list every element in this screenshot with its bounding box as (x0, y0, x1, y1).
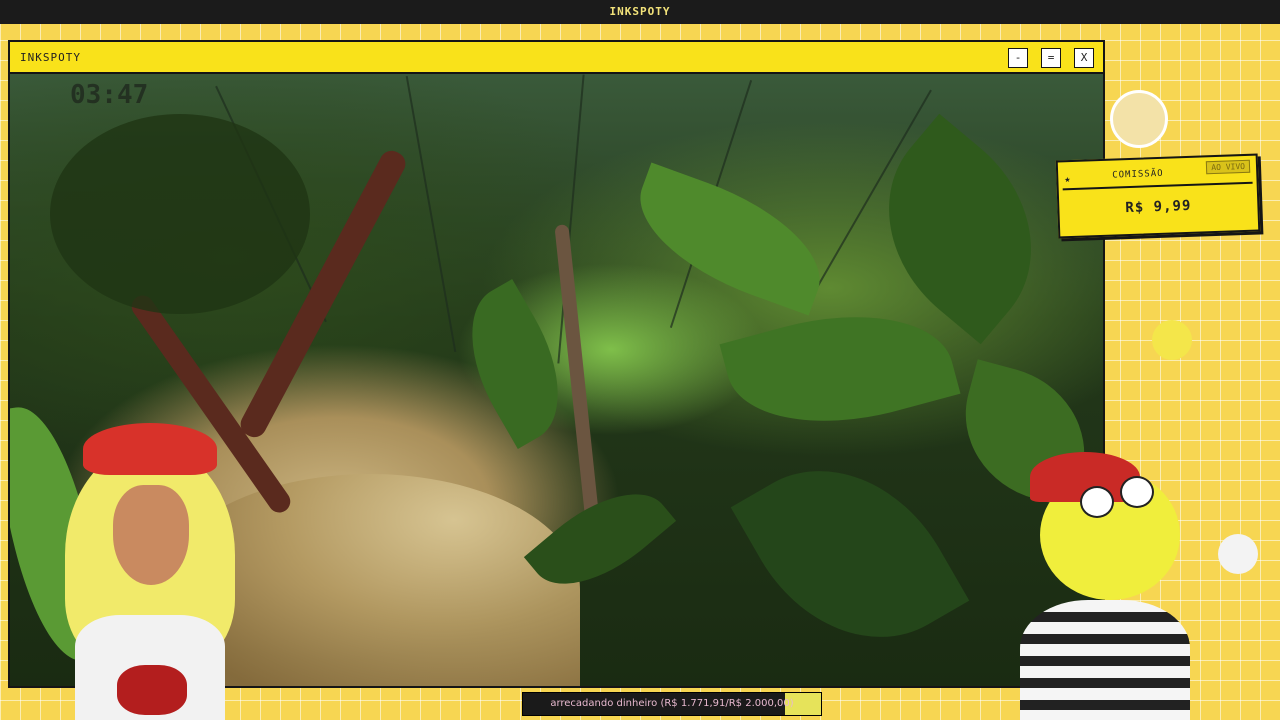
leaf (620, 162, 840, 316)
streamer-avatar-right (1010, 450, 1200, 720)
window-title: INKSPOTY (20, 51, 81, 64)
leaf (719, 287, 961, 451)
minimize-icon: - (1014, 51, 1022, 64)
goal-text: arrecadando dinheiro (R$ 1.771,91/R$ 2.0… (550, 698, 794, 709)
leaf (842, 113, 1078, 345)
dome-line (405, 75, 457, 353)
maximize-button[interactable]: = (1041, 48, 1061, 68)
avatar-eye (1120, 476, 1154, 508)
decor-circle (1218, 534, 1258, 574)
leaf (730, 427, 970, 681)
close-icon: X (1080, 51, 1088, 64)
decor-circle (1110, 90, 1168, 148)
avatar-hat (83, 423, 217, 475)
avatar-bow (117, 665, 187, 715)
donation-goal-bar: arrecadando dinheiro (R$ 1.771,91/R$ 2.0… (522, 692, 822, 716)
commission-amount: R$ 9,99 (1125, 197, 1192, 217)
top-bar-title: INKSPOTY (609, 5, 671, 18)
tree-trunk (554, 224, 600, 524)
star-icon: ★ (1064, 174, 1071, 186)
leaf (50, 114, 310, 314)
minimize-button[interactable]: - (1008, 48, 1028, 68)
streamer-avatar-left (45, 415, 255, 720)
decor-circle (1152, 320, 1192, 360)
window-titlebar[interactable]: INKSPOTY - = X (10, 42, 1103, 74)
commission-card: ★ COMISSÃO AO VIVO R$ 9,99 (1055, 153, 1261, 239)
scene-overlay-text: 03:47 (70, 80, 149, 110)
close-button[interactable]: X (1074, 48, 1094, 68)
avatar-eye (1080, 486, 1114, 518)
commission-label: COMISSÃO (1112, 168, 1164, 181)
divider (1062, 181, 1253, 191)
avatar-body (1020, 600, 1190, 720)
live-badge: AO VIVO (1206, 159, 1251, 175)
avatar-face (113, 485, 189, 585)
maximize-icon: = (1047, 51, 1055, 64)
top-bar: INKSPOTY (0, 0, 1280, 24)
